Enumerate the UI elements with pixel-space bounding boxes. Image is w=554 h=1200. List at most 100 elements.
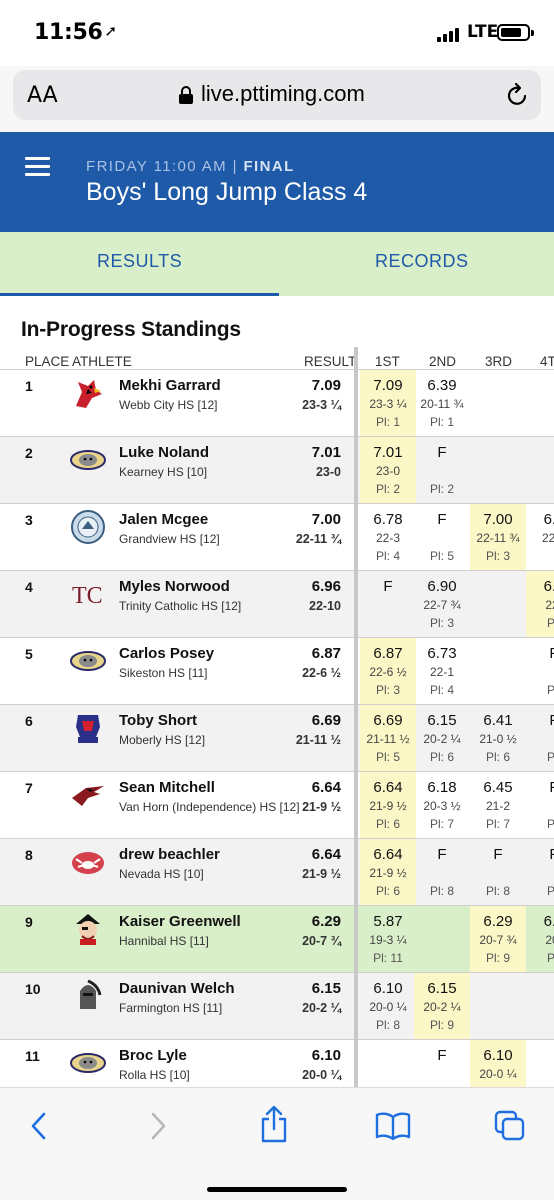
back-icon[interactable] [28,1112,50,1140]
table-row[interactable]: 4 TC Myles Norwood Trinity Catholic HS [12]… [0,570,554,638]
attempt-imperial: 21-9 ½ [369,866,407,880]
attempt-cell: 6.64 21-9 ½ Pl: 6 [360,772,416,839]
standings-table[interactable]: PLACE ATHLETE RESULT 1ST 2ND 3RD 4T 1 Mek… [0,347,554,1087]
tabs-icon[interactable] [494,1110,526,1142]
table-row[interactable]: 1 Mekhi Garrard Webb City HS [12] 7.09 23-3 … [0,369,554,437]
attempt-place: Pl: 3 [429,616,454,630]
attempt-cell: 7.09 23-3 ¼ Pl: 1 [360,370,416,437]
attempt-cell: 6.10 20-0 ¼ Pl: 8 [360,973,416,1040]
svg-text:TC: TC [72,583,103,609]
athlete-school: Van Horn (Independence) HS [12] [119,800,300,814]
attempt-mark: 6.69 [373,712,403,729]
attempt-mark: 7.01 [373,444,403,461]
attempt-mark: 6.64 [373,779,403,796]
col-header-1st: 1ST [375,354,400,369]
result-imperial: 22-6 ½ [302,666,341,680]
event-header: FRIDAY 11:00 AM | FINAL Boys' Long Jump … [0,132,554,232]
attempt-cell: F Pl: [526,772,554,839]
result-imperial: 20-0 ¼ [302,1068,341,1082]
table-row[interactable]: 7 Sean Mitchell Van Horn (Independence) HS… [0,771,554,839]
reload-icon[interactable] [507,83,529,107]
athlete-name[interactable]: Luke Noland [119,444,209,461]
athlete-name[interactable]: Broc Lyle [119,1047,187,1064]
athlete-name[interactable]: Carlos Posey [119,645,214,662]
athlete-school: Farmington HS [11] [119,1001,223,1015]
table-row[interactable]: 9 Kaiser Greenwell Hannibal HS [11] 6.29 20-… [0,905,554,973]
url-text[interactable]: live.pttiming.com [201,81,365,107]
attempt-place: Pl: 1 [429,415,454,429]
spartan-logo [70,711,106,745]
athlete-name[interactable]: Daunivan Welch [119,980,235,997]
result-mark: 6.64 [311,779,341,796]
attempt-imperial: 23-0 [375,464,401,478]
table-row[interactable]: 3 Jalen Mcgee Grandview HS [12] 7.00 22-11 ¾… [0,503,554,571]
place-number: 10 [25,981,41,997]
result-mark: 6.69 [311,712,341,729]
tab-records[interactable]: RECORDS [375,251,469,272]
attempt-cell: 6.64 21-9 ½ Pl: 6 [360,839,416,906]
result-imperial: 23-0 [315,465,341,479]
address-bar[interactable]: AA live.pttiming.com [13,70,541,120]
table-row[interactable]: 5 Carlos Posey Sikeston HS [11] 6.87 22-6 ½6… [0,637,554,705]
attempt-place: Pl: 6 [429,750,454,764]
attempt-place: Pl: 7 [485,817,510,831]
attempt-place: Pl: 9 [485,951,510,965]
attempt-cell [470,437,526,504]
attempt-imperial: 22-1 [429,665,455,679]
place-number: 11 [25,1048,40,1064]
forward-icon[interactable] [147,1112,169,1140]
bulldog-logo [70,1046,106,1080]
athlete-school: Webb City HS [12] [119,398,218,412]
place-number: 5 [25,646,33,662]
table-row[interactable]: 8 drew beachler Nevada HS [10] 6.64 21-9 ½ 6.… [0,838,554,906]
attempt-mark: F [549,779,554,796]
attempt-imperial: 20-3 ½ [423,799,461,813]
attempt-imperial: 22-1 [541,531,554,545]
tab-results[interactable]: RESULTS [97,251,182,272]
athlete-name[interactable]: Kaiser Greenwell [119,913,241,930]
table-row[interactable]: 6 Toby Short Moberly HS [12] 6.69 21-11 ½ 6.6… [0,704,554,772]
attempt-place: Pl: [546,616,554,630]
attempt-mark: 6.73 [427,645,457,662]
result-imperial: 22-11 ¾ [295,532,341,546]
attempt-mark: F [437,444,447,461]
place-number: 7 [25,780,33,796]
attempt-mark: F [437,846,447,863]
result-imperial: 22-10 [309,599,341,613]
table-row[interactable]: 2 Luke Noland Kearney HS [10] 7.01 23-0 7.01 2… [0,436,554,504]
attempt-cell: 6.87 22-6 ½ Pl: 3 [360,638,416,705]
attempt-place: Pl: [546,817,554,831]
place-number: 8 [25,847,33,863]
table-row[interactable]: 11 Broc Lyle Rolla HS [10] 6.10 20-0 ¼ FPl: 1… [0,1039,554,1087]
result-mark: 7.00 [311,511,341,528]
athlete-name[interactable]: Myles Norwood [119,578,230,595]
attempt-mark: 6.15 [427,980,457,997]
athlete-name[interactable]: drew beachler [119,846,220,863]
attempt-place: Pl: 6 [375,884,400,898]
attempt-imperial: 20-2 ¼ [423,1000,461,1014]
share-icon[interactable] [259,1105,289,1143]
attempt-cell: 6.78 22-3 Pl: 4 [360,504,416,571]
attempt-mark: 6.10 [483,1047,513,1064]
col-header-4th: 4T [540,354,554,369]
result-mark: 7.01 [311,444,341,461]
location-arrow-icon: ➚ [104,22,118,40]
attempt-imperial: 20- [545,933,554,947]
athlete-name[interactable]: Mekhi Garrard [119,377,221,394]
athlete-name[interactable]: Toby Short [119,712,197,729]
attempt-mark: 6.9 [543,511,554,528]
attempt-place: Pl: 5 [429,549,454,563]
attempt-cell [526,973,554,1040]
falcon-logo [70,778,106,812]
attempt-imperial: 22-7 ¾ [423,598,461,612]
bookmarks-icon[interactable] [375,1112,411,1140]
athlete-name[interactable]: Jalen Mcgee [119,511,208,528]
table-row[interactable]: 10 Daunivan Welch Farmington HS [11] 6.15 20… [0,972,554,1040]
attempt-cell: F Pl: [526,839,554,906]
athlete-school: Trinity Catholic HS [12] [119,599,242,613]
attempt-mark: 6.15 [427,712,457,729]
attempt-cell [470,370,526,437]
reader-options-button[interactable]: AA [27,83,58,108]
athlete-name[interactable]: Sean Mitchell [119,779,215,796]
hamburger-menu-icon[interactable] [25,157,50,177]
